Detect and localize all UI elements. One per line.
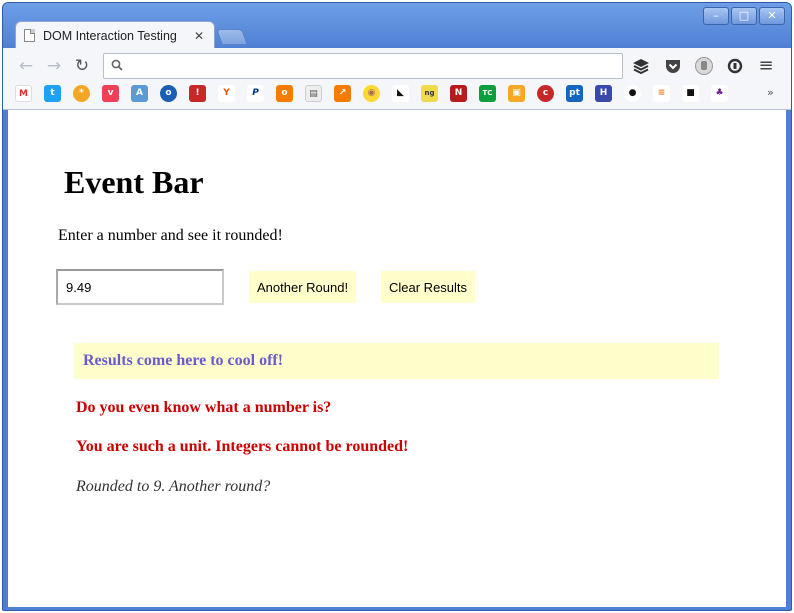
new-tab-button[interactable] — [216, 29, 248, 45]
buffer-icon[interactable] — [631, 56, 651, 76]
instructions-text: Enter a number and see it rounded! — [58, 227, 283, 244]
robot-icon[interactable]: ■ — [682, 85, 699, 102]
tab-close-icon[interactable]: ✕ — [192, 29, 206, 43]
squirrel-icon[interactable]: ◣ — [392, 85, 409, 102]
gmail-icon[interactable]: M — [15, 85, 32, 102]
bookmarks-overflow-icon[interactable]: » — [767, 86, 774, 99]
pt-icon[interactable]: pt — [566, 85, 583, 102]
pocket-bookmark-icon[interactable]: v — [102, 85, 119, 102]
back-button[interactable]: ← — [15, 55, 37, 77]
minimize-button[interactable]: – — [703, 7, 729, 25]
rounded-result: Rounded to 9. Another round? — [76, 478, 271, 495]
translate-icon[interactable]: A — [131, 85, 148, 102]
circle-bookmark-icon[interactable]: ◉ — [363, 85, 380, 102]
results-heading: Results come here to cool off! — [74, 343, 719, 379]
stackoverflow-icon[interactable]: ≡ — [653, 85, 670, 102]
tab-title: DOM Interaction Testing — [43, 28, 177, 43]
error-message: Do you even know what a number is? — [76, 399, 332, 416]
openid-icon[interactable]: o — [276, 85, 293, 102]
forward-button[interactable]: → — [43, 55, 65, 77]
browser-toolbar: ← → ↻ ≡ M t * v A o ! Y P o ▤ ↗ ◉ ◣ ng N… — [3, 48, 791, 110]
browser-tab[interactable]: DOM Interaction Testing ✕ — [15, 21, 215, 49]
twitter-icon[interactable]: t — [44, 85, 61, 102]
search-icon — [111, 59, 123, 71]
github-icon[interactable]: ● — [624, 85, 641, 102]
another-round-button[interactable]: Another Round! — [249, 271, 357, 303]
angular-icon[interactable]: ng — [421, 85, 438, 102]
yc-icon[interactable]: Y — [218, 85, 235, 102]
number-input[interactable] — [56, 269, 224, 305]
hash-icon[interactable]: H — [595, 85, 612, 102]
pocket-icon[interactable] — [663, 56, 683, 76]
maximize-button[interactable]: □ — [731, 7, 757, 25]
clear-results-button[interactable]: Clear Results — [381, 271, 476, 303]
shield-icon[interactable]: ! — [189, 85, 206, 102]
page-title: Event Bar — [64, 164, 204, 200]
c-icon[interactable]: c — [537, 85, 554, 102]
menu-icon[interactable]: ≡ — [755, 55, 777, 77]
netflix-icon[interactable]: N — [450, 85, 467, 102]
reload-button[interactable]: ↻ — [71, 55, 93, 77]
analytics-icon[interactable]: ↗ — [334, 85, 351, 102]
window-controls: – □ ✕ — [703, 7, 785, 25]
address-bar[interactable] — [103, 53, 623, 79]
error-message: You are such a unit. Integers cannot be … — [76, 438, 409, 455]
sync-icon[interactable] — [725, 56, 745, 76]
browser-window: – □ ✕ DOM Interaction Testing ✕ ← → ↻ ≡ … — [2, 2, 792, 611]
page-icon — [24, 29, 35, 42]
sun-icon[interactable]: * — [73, 85, 90, 102]
calendar-icon[interactable]: ▤ — [305, 85, 322, 102]
chase-icon[interactable]: o — [160, 85, 177, 102]
box-icon[interactable]: ▣ — [508, 85, 525, 102]
techcrunch-icon[interactable]: TC — [479, 85, 496, 102]
purple-creature-icon[interactable]: ♣ — [711, 85, 728, 102]
stop-hand-icon[interactable] — [694, 56, 714, 76]
close-window-button[interactable]: ✕ — [759, 7, 785, 25]
page-content: Event Bar Enter a number and see it roun… — [8, 110, 786, 607]
paypal-icon[interactable]: P — [247, 85, 264, 102]
